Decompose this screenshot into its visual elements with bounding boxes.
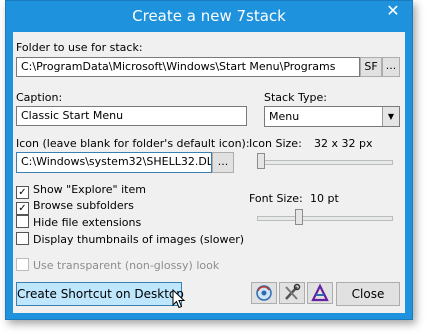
font-size-value: 10 pt	[310, 192, 339, 205]
checkbox-hide-extensions[interactable]	[16, 215, 29, 228]
create-shortcut-button[interactable]: Create Shortcut on Desktop	[16, 282, 184, 306]
option-hide-extensions-label: Hide file extensions	[33, 216, 142, 229]
option-browse-subfolders-label: Browse subfolders	[33, 199, 134, 212]
caption-label: Caption:	[16, 91, 63, 104]
font-size-slider-thumb[interactable]	[295, 209, 303, 225]
option-browse-subfolders[interactable]: ✓ Browse subfolders	[16, 199, 134, 215]
caption-input[interactable]: Classic Start Menu	[16, 106, 247, 126]
close-button[interactable]: Close	[336, 282, 400, 306]
7stacks-logo-icon	[311, 283, 329, 302]
option-display-thumbnails-label: Display thumbnails of images (slower)	[33, 233, 245, 246]
folder-label: Folder to use for stack:	[16, 41, 143, 54]
dialog-window: Create a new 7stack ✕ Folder to use for …	[5, 0, 413, 320]
mouse-pointer-icon	[172, 289, 186, 309]
icon-size-label: Icon Size:	[249, 137, 302, 150]
font-size-label: Font Size:	[249, 192, 303, 205]
option-show-explore-label: Show "Explore" item	[33, 183, 146, 196]
icon-path-input[interactable]: C:\Windows\system32\SHELL32.DLL	[16, 152, 212, 173]
checkbox-transparent-look	[16, 258, 29, 271]
stack-type-label: Stack Type:	[264, 91, 327, 104]
tools-button[interactable]	[279, 282, 305, 304]
about-button[interactable]	[307, 282, 333, 304]
title-bar[interactable]: Create a new 7stack ✕	[6, 1, 412, 31]
refresh-globe-icon	[256, 285, 272, 301]
icon-size-slider-thumb[interactable]	[257, 153, 265, 169]
font-size-slider[interactable]	[257, 208, 393, 228]
option-hide-extensions[interactable]: Hide file extensions	[16, 215, 141, 229]
icon-browse-button[interactable]: ...	[212, 152, 234, 173]
stack-type-value: Menu	[269, 110, 300, 123]
option-transparent-look: Use transparent (non-glossy) look	[16, 258, 219, 272]
stack-type-select[interactable]: Menu ▼	[264, 106, 400, 127]
window-close-button[interactable]: ✕	[378, 1, 408, 21]
chevron-down-icon[interactable]: ▼	[382, 107, 399, 126]
checkbox-show-explore[interactable]: ✓	[16, 186, 29, 199]
special-folder-button[interactable]: SF	[360, 57, 382, 77]
checkbox-browse-subfolders[interactable]: ✓	[16, 202, 29, 215]
window-title: Create a new 7stack	[132, 7, 286, 25]
option-transparent-look-label: Use transparent (non-glossy) look	[33, 259, 220, 272]
font-size-slider-track	[257, 216, 393, 221]
folder-browse-button[interactable]: ...	[382, 57, 400, 77]
icon-size-value: 32 x 32 px	[314, 137, 373, 150]
icon-size-slider[interactable]	[257, 152, 393, 172]
folder-path-input[interactable]: C:\ProgramData\Microsoft\Windows\Start M…	[16, 57, 360, 77]
refresh-globe-button[interactable]	[251, 282, 277, 304]
option-display-thumbnails[interactable]: Display thumbnails of images (slower)	[16, 232, 244, 246]
dialog-client-area: Folder to use for stack: C:\ProgramData\…	[13, 32, 405, 313]
icon-path-label: Icon (leave blank for folder's default i…	[16, 137, 250, 150]
checkbox-display-thumbnails[interactable]	[16, 232, 29, 245]
tools-icon	[285, 283, 301, 300]
option-show-explore[interactable]: ✓ Show "Explore" item	[16, 183, 146, 199]
icon-size-slider-track	[257, 160, 393, 165]
